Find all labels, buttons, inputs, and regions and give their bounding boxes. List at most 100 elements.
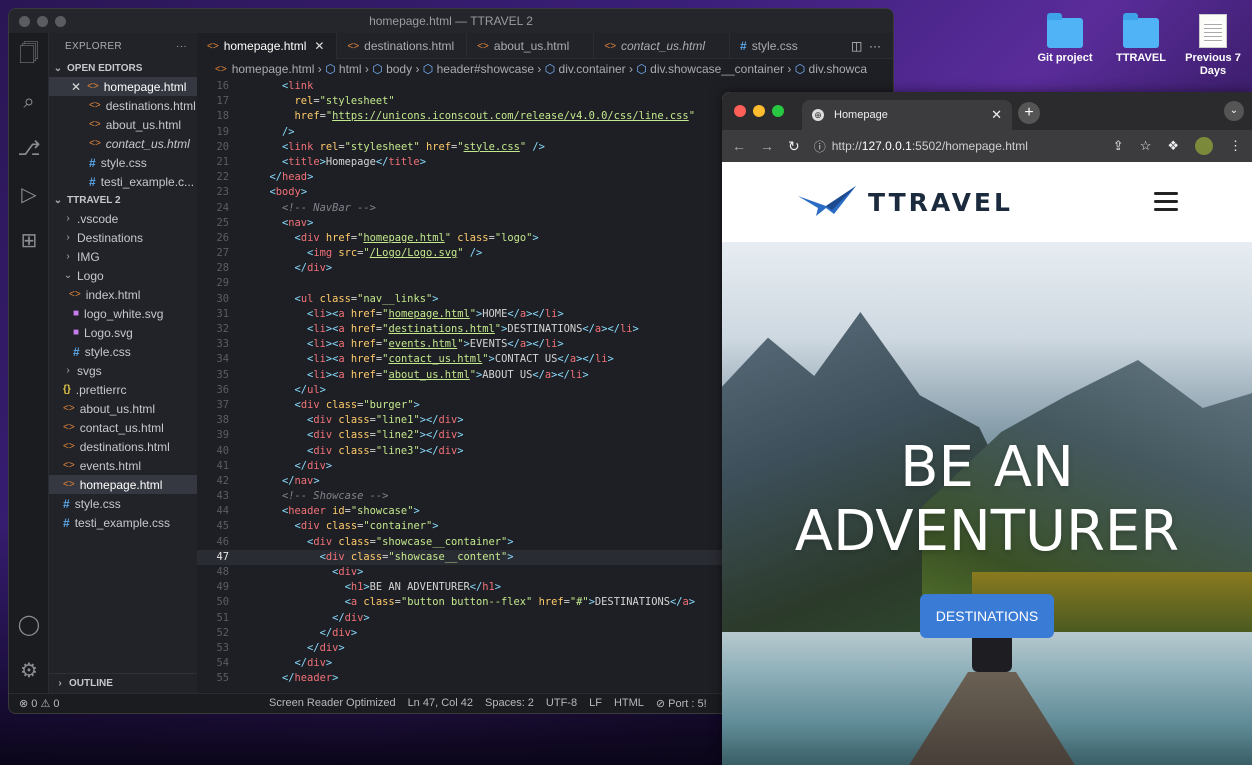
code-text[interactable]: <div class="line2"></div> xyxy=(241,428,463,443)
extensions-puzzle-icon[interactable]: ❖ xyxy=(1167,138,1179,154)
open-editor-item[interactable]: <> destinations.html xyxy=(49,96,197,115)
tab-contact-us[interactable]: <> contact_us.html xyxy=(594,33,731,59)
search-icon[interactable]: ⌕ xyxy=(9,79,49,125)
destinations-button[interactable]: DESTINATIONS xyxy=(920,594,1054,638)
run-debug-icon[interactable]: ▷ xyxy=(9,171,49,217)
explorer-icon[interactable]: 🗍 xyxy=(9,33,49,79)
code-text[interactable]: <li><a href="homepage.html">HOME</a></li… xyxy=(241,307,564,322)
settings-gear-icon[interactable]: ⚙ xyxy=(9,647,49,693)
logo-bird-icon[interactable] xyxy=(796,184,860,220)
reload-icon[interactable]: ↻ xyxy=(788,138,800,155)
tab-homepage[interactable]: <> homepage.html ✕ xyxy=(197,33,338,59)
code-text[interactable]: <li><a href="contact_us.html">CONTACT US… xyxy=(241,352,614,367)
code-text[interactable]: </head> xyxy=(241,170,314,185)
breadcrumb-item[interactable]: body xyxy=(386,62,412,76)
back-icon[interactable]: ← xyxy=(732,138,746,154)
bookmark-star-icon[interactable]: ☆ xyxy=(1140,138,1152,154)
code-text[interactable]: <div class="line3"></div> xyxy=(241,444,463,459)
account-icon[interactable]: ◯ xyxy=(9,601,49,647)
code-text[interactable]: <link rel="stylesheet" href="style.css" … xyxy=(241,140,545,155)
tree-file[interactable]: ■ logo_white.svg xyxy=(49,304,197,323)
desktop-icon-previous-7-days[interactable]: Previous 7 Days xyxy=(1180,14,1246,78)
tree-file[interactable]: <> contact_us.html xyxy=(49,418,197,437)
open-editor-item[interactable]: # style.css xyxy=(49,153,197,172)
code-text[interactable]: <div href="homepage.html" class="logo"> xyxy=(241,231,539,246)
tree-folder[interactable]: › .vscode xyxy=(49,209,197,228)
tree-file[interactable]: {} .prettierrc xyxy=(49,380,197,399)
window-controls[interactable] xyxy=(19,16,66,27)
breadcrumb-item[interactable]: div.container xyxy=(559,62,626,76)
code-text[interactable]: <body> xyxy=(241,185,308,200)
desktop-icon-ttravel[interactable]: TTRAVEL xyxy=(1106,13,1176,65)
tree-file[interactable]: <> destinations.html xyxy=(49,437,197,456)
eol-status[interactable]: LF xyxy=(589,697,602,710)
forward-icon[interactable]: → xyxy=(760,138,774,154)
code-text[interactable]: <li><a href="destinations.html">DESTINAT… xyxy=(241,322,639,337)
tree-folder[interactable]: › IMG xyxy=(49,247,197,266)
tree-file[interactable]: # style.css xyxy=(49,342,197,361)
tree-folder[interactable]: › Destinations xyxy=(49,228,197,247)
tree-file[interactable]: <> index.html xyxy=(49,285,197,304)
code-text[interactable]: </div> xyxy=(241,459,333,474)
open-editors-section[interactable]: ⌄ OPEN EDITORS xyxy=(49,59,197,77)
code-text[interactable]: <div class="burger"> xyxy=(241,398,420,413)
indentation-status[interactable]: Spaces: 2 xyxy=(485,697,534,710)
source-control-icon[interactable]: ⎇ xyxy=(9,125,49,171)
code-text[interactable]: </div> xyxy=(241,261,333,276)
code-text[interactable]: <header id="showcase"> xyxy=(241,504,420,519)
split-editor-icon[interactable]: ◫ ··· xyxy=(841,33,893,59)
code-text[interactable]: </nav> xyxy=(241,474,320,489)
breadcrumb-item[interactable]: header#showcase xyxy=(437,62,534,76)
tree-file[interactable]: # style.css xyxy=(49,494,197,513)
code-text[interactable]: </header> xyxy=(241,671,338,686)
encoding-status[interactable]: UTF-8 xyxy=(546,697,577,710)
window-controls[interactable] xyxy=(734,105,784,117)
explorer-more-button[interactable]: ··· xyxy=(176,41,187,52)
open-editor-item[interactable]: ✕ <> homepage.html xyxy=(49,77,197,96)
code-text[interactable] xyxy=(241,276,257,291)
code-text[interactable]: <div class="line1"></div> xyxy=(241,413,463,428)
code-text[interactable]: <div class="showcase__content"> xyxy=(241,550,514,565)
close-icon[interactable]: ✕ xyxy=(314,39,324,53)
tab-about-us[interactable]: <> about_us.html xyxy=(467,33,595,59)
tree-file[interactable]: ■ Logo.svg xyxy=(49,323,197,342)
code-text[interactable]: <div> xyxy=(241,565,363,580)
tree-file-selected[interactable]: <> homepage.html xyxy=(49,475,197,494)
code-text[interactable]: <link xyxy=(241,79,313,94)
code-text[interactable]: href="https://unicons.iconscout.com/rele… xyxy=(241,109,695,124)
code-text[interactable]: <div class="showcase__container"> xyxy=(241,535,514,550)
breadcrumb-item[interactable]: div.showca xyxy=(809,62,867,76)
hamburger-menu-icon[interactable] xyxy=(1154,192,1178,216)
code-text[interactable]: <!-- Showcase --> xyxy=(241,489,388,504)
code-text[interactable]: <title>Homepage</title> xyxy=(241,155,426,170)
profile-avatar[interactable] xyxy=(1195,137,1213,155)
site-logo-text[interactable]: TTRAVEL xyxy=(868,188,1013,217)
chevron-down-icon[interactable]: ⌄ xyxy=(1224,101,1244,121)
screen-reader-status[interactable]: Screen Reader Optimized xyxy=(269,697,396,710)
code-text[interactable]: rel="stylesheet" xyxy=(241,94,395,109)
code-text[interactable]: </div> xyxy=(241,611,370,626)
code-text[interactable]: </ul> xyxy=(241,383,326,398)
problems-indicator[interactable]: ⊗ 0 ⚠ 0 xyxy=(9,697,269,710)
extensions-icon[interactable]: ⊞ xyxy=(9,217,49,263)
code-text[interactable]: <li><a href="about_us.html">ABOUT US</a>… xyxy=(241,368,589,383)
code-text[interactable]: <nav> xyxy=(241,216,313,231)
code-text[interactable]: </div> xyxy=(241,641,345,656)
live-server-port[interactable]: ⊘ Port : 5! xyxy=(656,697,707,710)
tree-file[interactable]: <> about_us.html xyxy=(49,399,197,418)
share-icon[interactable]: ⇪ xyxy=(1113,138,1124,154)
tab-style-css[interactable]: # style.css xyxy=(730,33,810,59)
open-editor-item[interactable]: # testi_example.c... xyxy=(49,172,197,191)
code-text[interactable]: <!-- NavBar --> xyxy=(241,201,376,216)
code-text[interactable]: <h1>BE AN ADVENTURER</h1> xyxy=(241,580,501,595)
tree-folder[interactable]: ⌄ Logo xyxy=(49,266,197,285)
code-text[interactable]: </div> xyxy=(241,656,333,671)
code-text[interactable]: <a class="button button--flex" href="#">… xyxy=(241,595,695,610)
breadcrumb-item[interactable]: html xyxy=(339,62,362,76)
open-editor-item[interactable]: <> about_us.html xyxy=(49,115,197,134)
code-text[interactable]: /> xyxy=(241,125,295,140)
breadcrumb-item[interactable]: homepage.html xyxy=(232,62,315,76)
project-section[interactable]: ⌄ TTRAVEL 2 xyxy=(49,191,197,209)
code-text[interactable]: <div class="container"> xyxy=(241,519,439,534)
browser-tab[interactable]: ⊕ Homepage ✕ xyxy=(802,100,1012,130)
